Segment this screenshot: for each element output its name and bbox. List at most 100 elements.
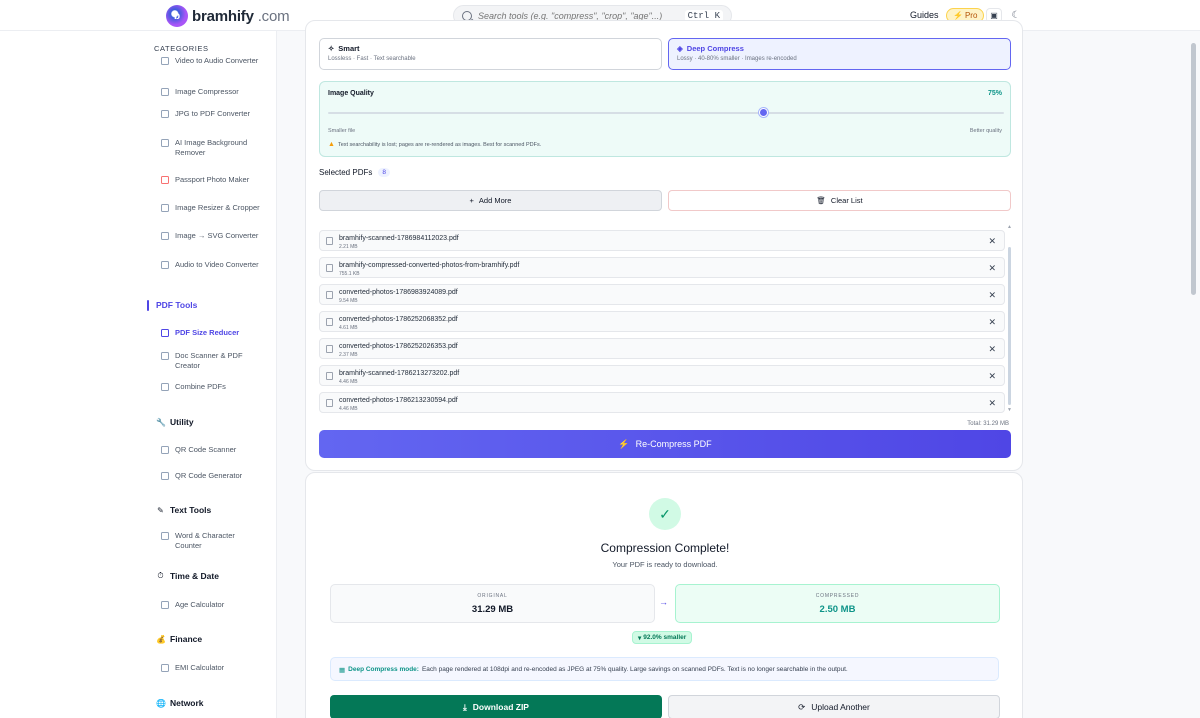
resize-icon: [161, 204, 169, 212]
quality-slider-track[interactable]: [328, 112, 1004, 114]
file-row: converted-photos-1786983924089.pdf 9.54 M…: [319, 284, 1005, 305]
result-title: Compression Complete!: [600, 541, 730, 555]
file-row: bramhify-scanned-1786984112023.pdf 2.21 M…: [319, 230, 1005, 251]
add-more-button[interactable]: + Add More: [319, 190, 662, 211]
result-subtitle: Your PDF is ready to download.: [612, 560, 718, 569]
recompress-button[interactable]: ⚡ Re-Compress PDF: [319, 430, 1011, 458]
wand-icon: [161, 139, 169, 147]
remove-file-button[interactable]: ✕: [988, 263, 996, 274]
sidebar-item-video-to-audio[interactable]: Video to Audio Converter: [161, 56, 261, 66]
upload-another-button[interactable]: ⟳ Upload Another: [668, 695, 1000, 718]
sidebar-item-emi-calculator[interactable]: EMI Calculator: [161, 663, 261, 673]
sidebar-group-utility[interactable]: 🔧 Utility: [156, 417, 194, 427]
mode-smart[interactable]: ✧ Smart Lossless · Fast · Text searchable: [319, 38, 662, 70]
scroll-down-arrow-icon[interactable]: ▼: [1007, 407, 1012, 413]
image-quality-panel: Image Quality 75% Smaller file Better qu…: [319, 81, 1011, 157]
result-card: ✓ Compression Complete! Your PDF is read…: [305, 472, 1023, 718]
calendar-icon: [161, 601, 169, 609]
guides-link[interactable]: Guides: [910, 10, 939, 20]
sidebar-item-doc-scanner[interactable]: Doc Scanner & PDF Creator: [161, 351, 261, 370]
pen-icon: [161, 232, 169, 240]
merge-icon: [161, 383, 169, 391]
sidebar-group-pdf-tools[interactable]: PDF Tools: [156, 300, 197, 310]
sidebar-item-image-resizer[interactable]: Image Resizer & Cropper: [161, 203, 261, 213]
document-icon: [161, 532, 169, 540]
file-icon: [326, 345, 333, 353]
calculator-icon: [161, 664, 169, 672]
remove-file-button[interactable]: ✕: [988, 236, 996, 247]
download-zip-button[interactable]: ⤓ Download ZIP: [330, 695, 662, 718]
file-row: bramhify-compressed-converted-photos-fro…: [319, 257, 1005, 278]
sidebar-item-image-compressor[interactable]: Image Compressor: [161, 87, 261, 97]
user-icon: ▣: [990, 11, 998, 20]
sidebar-item-passport-photo[interactable]: Passport Photo Maker: [161, 175, 261, 185]
sidebar-item-image-to-svg[interactable]: Image → SVG Converter: [161, 231, 261, 241]
reduction-badge: ▾ 92.0% smaller: [632, 631, 693, 644]
bolt-icon: ⚡: [953, 11, 963, 20]
mode-deep-compress[interactable]: ◈ Deep Compress Lossy · 40-80% smaller · …: [668, 38, 1011, 70]
logo-text: bramhify .com: [192, 7, 290, 25]
quality-slider-thumb[interactable]: [758, 108, 768, 117]
refresh-icon: ⟳: [798, 701, 806, 712]
portrait-icon: [161, 176, 169, 184]
text-icon: ✎: [157, 505, 164, 515]
selected-pdfs-heading: Selected PDFs 8: [319, 168, 390, 177]
file-icon: [326, 318, 333, 326]
globe-icon: 🌐: [156, 698, 166, 708]
active-group-indicator: [147, 300, 149, 311]
file-list-scrollbar[interactable]: [1008, 247, 1011, 405]
qr-scan-icon: [161, 446, 169, 454]
sidebar-item-age-calculator[interactable]: Age Calculator: [161, 600, 261, 610]
clock-icon: ⏱: [157, 571, 164, 580]
file-row: converted-photos-1786252026353.pdf 2.37 M…: [319, 338, 1005, 359]
image-icon: [161, 88, 169, 96]
file-icon: [161, 110, 169, 118]
sidebar-item-pdf-size-reducer[interactable]: PDF Size Reducer: [161, 328, 261, 338]
quality-warning: ▲ Text searchability is lost; pages are r…: [328, 141, 542, 148]
warning-icon: ▲: [328, 141, 335, 148]
remove-file-button[interactable]: ✕: [988, 371, 996, 382]
page-scrollbar[interactable]: [1191, 43, 1196, 295]
sidebar-item-qr-scanner[interactable]: QR Code Scanner: [161, 445, 261, 455]
categories-title: CATEGORIES: [154, 44, 209, 53]
file-icon: [326, 291, 333, 299]
sidebar-group-finance[interactable]: 💰 Finance: [156, 634, 202, 644]
sidebar: CATEGORIES Video to Audio Converter Imag…: [0, 31, 277, 718]
quality-value: 75%: [987, 90, 1002, 97]
down-arrow-icon: ▾: [638, 634, 642, 642]
clear-list-button[interactable]: 🗑 Clear List: [668, 190, 1011, 211]
file-icon: [326, 237, 333, 245]
sidebar-group-time-date[interactable]: ⏱ Time & Date: [156, 571, 219, 581]
original-size-box: ORIGINAL 31.29 MB: [330, 584, 655, 623]
sidebar-item-word-counter[interactable]: Word & Character Counter: [161, 531, 261, 550]
file-icon: [326, 264, 333, 272]
sidebar-group-network[interactable]: 🌐 Network: [156, 698, 204, 708]
logo-mark-icon: b: [166, 5, 188, 27]
file-row: converted-photos-1786252068352.pdf 4.61 M…: [319, 311, 1005, 332]
remove-file-button[interactable]: ✕: [988, 290, 996, 301]
sidebar-item-combine-pdfs[interactable]: Combine PDFs: [161, 382, 261, 392]
remove-file-button[interactable]: ✕: [988, 398, 996, 409]
file-icon: [326, 372, 333, 380]
search-icon: [462, 10, 472, 21]
compress-settings-card: ✧ Smart Lossless · Fast · Text searchable…: [305, 20, 1023, 471]
selected-count-badge: 8: [378, 168, 390, 177]
sidebar-item-bg-remover[interactable]: AI Image Background Remover: [161, 138, 261, 157]
remove-file-button[interactable]: ✕: [988, 317, 996, 328]
wrench-icon: 🔧: [156, 417, 166, 427]
site-logo[interactable]: b bramhify .com: [166, 5, 290, 27]
file-row: converted-photos-1786213230594.pdf 4.46 M…: [319, 392, 1005, 413]
scanner-icon: [161, 352, 169, 360]
download-icon: ⤓: [463, 701, 467, 712]
search-input[interactable]: [478, 10, 679, 21]
scroll-up-arrow-icon[interactable]: ▲: [1007, 224, 1012, 230]
bolt-icon: ⚡: [618, 438, 630, 449]
sidebar-item-jpg-to-pdf[interactable]: JPG to PDF Converter: [161, 109, 261, 119]
arrow-right-icon: →: [659, 597, 668, 607]
remove-file-button[interactable]: ✕: [988, 344, 996, 355]
sidebar-item-audio-to-video[interactable]: Audio to Video Converter: [161, 260, 261, 270]
sidebar-item-qr-generator[interactable]: QR Code Generator: [161, 471, 261, 481]
file-icon: [326, 399, 333, 407]
plus-icon: +: [469, 196, 474, 205]
sidebar-group-text-tools[interactable]: ✎ Text Tools: [156, 505, 211, 515]
